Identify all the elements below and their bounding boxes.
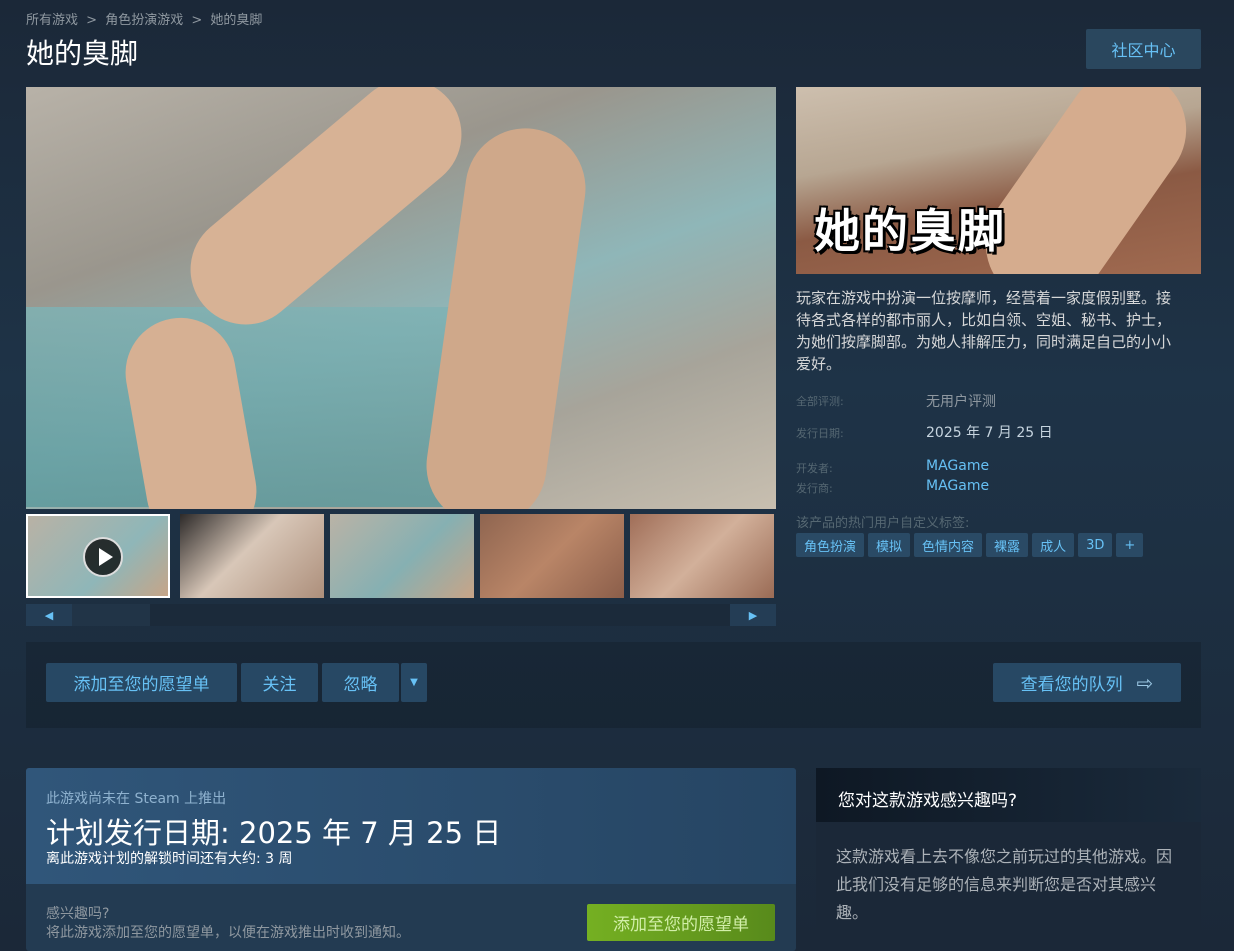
coming-soon-header: 此游戏尚未在 Steam 上推出 计划发行日期: 2025 年 7 月 25 日… [26, 768, 796, 884]
breadcrumb-separator: > [191, 13, 203, 28]
recommendation-panel: 您对这款游戏感兴趣吗? 这款游戏看上去不像您之前玩过的其他游戏。因此我们没有足够… [816, 768, 1201, 951]
thumbnail-scrollbar[interactable]: ◀ ▶ [26, 604, 776, 626]
thumbnail-strip [26, 514, 776, 600]
game-description: 玩家在游戏中扮演一位按摩师，经营着一家度假别墅。接待各式各样的都市丽人，比如白领… [796, 289, 1172, 373]
breadcrumb-separator: > [86, 13, 98, 28]
release-date-label: 发行日期: [796, 427, 844, 440]
view-queue-label: 查看您的队列 [1020, 675, 1123, 695]
chevron-down-icon[interactable]: ▼ [401, 663, 427, 702]
ignore-button[interactable]: 忽略 [322, 663, 399, 702]
tag-sexual-content[interactable]: 色情内容 [914, 533, 983, 557]
play-icon [83, 537, 123, 577]
not-released-note: 此游戏尚未在 Steam 上推出 [46, 791, 227, 807]
release-date-value: 2025 年 7 月 25 日 [926, 425, 1053, 441]
planned-release-date: 计划发行日期: 2025 年 7 月 25 日 [46, 816, 502, 850]
interest-question: 感兴趣吗? [46, 906, 110, 922]
publisher-label: 发行商: [796, 482, 833, 495]
main-screenshot[interactable] [26, 87, 776, 509]
page-title: 她的臭脚 [26, 37, 139, 70]
interest-description: 将此游戏添加至您的愿望单，以便在游戏推出时收到通知。 [46, 925, 410, 941]
breadcrumb-item-all-games[interactable]: 所有游戏 [26, 13, 78, 28]
recommendation-body: 这款游戏看上去不像您之前玩过的其他游戏。因此我们没有足够的信息来判断您是否对其感… [836, 847, 1173, 922]
thumbnail-video[interactable] [26, 514, 170, 598]
tag-rpg[interactable]: 角色扮演 [796, 533, 865, 557]
add-tag-button[interactable]: + [1116, 533, 1144, 557]
arrow-right-icon: ⇨ [1136, 670, 1154, 695]
thumbnail-screenshot[interactable] [180, 514, 324, 598]
tag-nudity[interactable]: 裸露 [986, 533, 1029, 557]
view-queue-button[interactable]: 查看您的队列 ⇨ [993, 663, 1181, 702]
breadcrumb: 所有游戏 > 角色扮演游戏 > 她的臭脚 [26, 9, 266, 28]
action-bar: 添加至您的愿望单 关注 忽略 ▼ 查看您的队列 ⇨ [26, 642, 1201, 728]
header-capsule-image: 她的臭脚 [796, 87, 1201, 274]
developer-link[interactable]: MAGame [926, 458, 989, 474]
recommendation-header: 您对这款游戏感兴趣吗? [816, 768, 1201, 822]
scroll-left-icon[interactable]: ◀ [26, 604, 72, 626]
recommendation-title: 您对这款游戏感兴趣吗? [838, 791, 1018, 811]
screenshot-pool-area [26, 307, 496, 507]
tag-3d[interactable]: 3D [1078, 533, 1113, 557]
community-hub-button[interactable]: 社区中心 [1086, 29, 1201, 69]
thumbnail-screenshot[interactable] [630, 514, 774, 598]
scrollbar-handle[interactable] [72, 604, 150, 626]
add-to-wishlist-green-button[interactable]: 添加至您的愿望单 [587, 904, 775, 941]
reviews-value: 无用户评测 [926, 394, 996, 410]
coming-soon-panel: 此游戏尚未在 Steam 上推出 计划发行日期: 2025 年 7 月 25 日… [26, 768, 796, 951]
developer-label: 开发者: [796, 462, 833, 475]
reviews-label: 全部评测: [796, 395, 844, 408]
thumbnail-screenshot[interactable] [330, 514, 474, 598]
publisher-link[interactable]: MAGame [926, 478, 989, 494]
tags-label: 该产品的热门用户自定义标签: [796, 516, 970, 531]
tag-list: 角色扮演 模拟 色情内容 裸露 成人 3D + [796, 533, 1144, 557]
follow-button[interactable]: 关注 [241, 663, 318, 702]
tag-adult[interactable]: 成人 [1032, 533, 1075, 557]
tag-simulation[interactable]: 模拟 [868, 533, 911, 557]
add-to-wishlist-button[interactable]: 添加至您的愿望单 [46, 663, 237, 702]
breadcrumb-item-rpg[interactable]: 角色扮演游戏 [105, 13, 183, 28]
capsule-logo-text: 她的臭脚 [814, 204, 1006, 258]
thumbnail-screenshot[interactable] [480, 514, 624, 598]
unlock-countdown: 离此游戏计划的解锁时间还有大约: 3 周 [46, 851, 293, 867]
breadcrumb-item-current[interactable]: 她的臭脚 [210, 13, 262, 28]
scroll-right-icon[interactable]: ▶ [730, 604, 776, 626]
